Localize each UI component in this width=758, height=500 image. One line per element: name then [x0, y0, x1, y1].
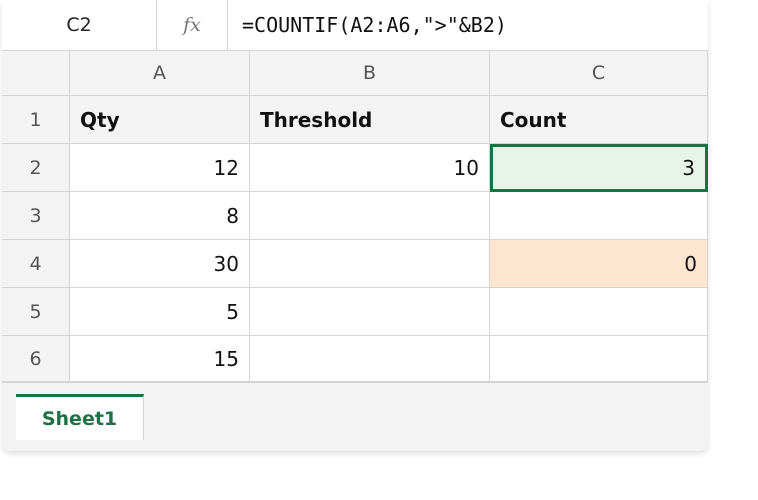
- cell-c3[interactable]: [490, 192, 708, 240]
- row-header-4[interactable]: 4: [2, 240, 70, 288]
- column-header-a[interactable]: A: [70, 51, 250, 96]
- cell-b1[interactable]: Threshold: [250, 96, 490, 144]
- formula-input[interactable]: =COUNTIF(A2:A6,">"&B2): [242, 0, 507, 50]
- cell-a3[interactable]: 8: [70, 192, 250, 240]
- spreadsheet-window: C2 fx =COUNTIF(A2:A6,">"&B2) A B C 1 2 3…: [2, 0, 708, 451]
- name-box[interactable]: C2: [2, 0, 157, 50]
- cell-b5[interactable]: [250, 288, 490, 336]
- select-all-corner[interactable]: [2, 51, 70, 96]
- cell-c6[interactable]: [490, 336, 708, 382]
- cell-a4[interactable]: 30: [70, 240, 250, 288]
- cell-b2[interactable]: 10: [250, 144, 490, 192]
- column-header-c[interactable]: C: [490, 51, 708, 96]
- cell-b3[interactable]: [250, 192, 490, 240]
- column-header-b[interactable]: B: [250, 51, 490, 96]
- row-header-3[interactable]: 3: [2, 192, 70, 240]
- cell-a6[interactable]: 15: [70, 336, 250, 382]
- fx-icon[interactable]: fx: [157, 0, 228, 50]
- sheet-tab-sheet1[interactable]: Sheet1: [16, 394, 144, 440]
- cell-b6[interactable]: [250, 336, 490, 382]
- cell-b4[interactable]: [250, 240, 490, 288]
- cell-c5[interactable]: [490, 288, 708, 336]
- cell-c1[interactable]: Count: [490, 96, 708, 144]
- sheet-tab-bar: Sheet1: [2, 382, 708, 451]
- cell-a1[interactable]: Qty: [70, 96, 250, 144]
- row-header-1[interactable]: 1: [2, 96, 70, 144]
- formula-bar: C2 fx =COUNTIF(A2:A6,">"&B2): [2, 0, 708, 51]
- row-header-6[interactable]: 6: [2, 336, 70, 382]
- row-header-2[interactable]: 2: [2, 144, 70, 192]
- row-header-5[interactable]: 5: [2, 288, 70, 336]
- cell-a5[interactable]: 5: [70, 288, 250, 336]
- cell-a2[interactable]: 12: [70, 144, 250, 192]
- cell-grid: A B C 1 2 3 4 5 6 Qty Threshold Count 12…: [2, 51, 708, 382]
- cell-c2-selected[interactable]: 3: [490, 144, 708, 192]
- cell-c4-highlighted[interactable]: 0: [490, 240, 708, 288]
